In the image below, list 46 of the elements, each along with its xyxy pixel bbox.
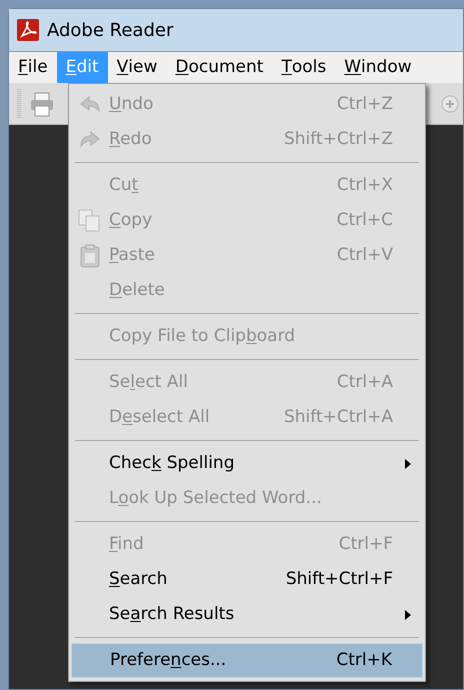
window-title: Adobe Reader bbox=[47, 18, 174, 42]
shortcut-label: Shift+Ctrl+A bbox=[284, 406, 393, 429]
shortcut-label: Ctrl+C bbox=[336, 208, 393, 232]
shortcut-label: Ctrl+F bbox=[338, 532, 393, 556]
menu-item[interactable]: Check Spelling bbox=[71, 446, 423, 481]
menu-item-label: Select All bbox=[109, 370, 189, 394]
menu-item[interactable]: Search Results bbox=[71, 597, 423, 632]
menu-item-label: Look Up Selected Word... bbox=[109, 486, 323, 510]
pdf-logo-icon bbox=[17, 19, 39, 41]
grip-icon bbox=[17, 88, 21, 118]
menu-bar-item[interactable]: View bbox=[108, 52, 166, 83]
menu-item-label: Preferences... bbox=[110, 648, 228, 672]
menu-item-label: Copy bbox=[109, 208, 154, 232]
menu-item-label: Paste bbox=[109, 244, 156, 267]
submenu-arrow-icon bbox=[405, 610, 411, 620]
menu-bar-item[interactable]: Document bbox=[166, 52, 272, 83]
clipboard-icon bbox=[79, 244, 101, 268]
menu-item-label: Redo bbox=[109, 128, 153, 151]
menu-bar-item[interactable]: Window bbox=[335, 52, 421, 83]
menu-item-label: Check Spelling bbox=[109, 452, 236, 475]
submenu-arrow-icon bbox=[405, 458, 411, 468]
shortcut-label: Ctrl+A bbox=[336, 370, 393, 394]
menu-bar-item[interactable]: File bbox=[9, 52, 57, 83]
menu-item-label: Find bbox=[109, 532, 145, 556]
menu-item-label: Search bbox=[109, 568, 168, 591]
shortcut-label: Ctrl+X bbox=[336, 174, 393, 197]
shortcut-label: Shift+Ctrl+Z bbox=[284, 128, 393, 151]
menu-item-label: Delete bbox=[109, 278, 166, 302]
menu-item-label: Cut bbox=[109, 174, 140, 197]
menu-item-label: Copy File to Clipboard bbox=[109, 324, 296, 348]
menu-item[interactable]: Search Shift+Ctrl+F bbox=[71, 562, 423, 597]
zoom-in-icon bbox=[441, 94, 459, 112]
menu-item-label: Undo bbox=[109, 92, 154, 116]
copy-icon bbox=[78, 208, 102, 232]
shortcut-label: Ctrl+V bbox=[336, 244, 393, 267]
printer-icon bbox=[29, 90, 55, 116]
undo-arrow-icon bbox=[79, 94, 101, 114]
menu-item-label: Deselect All bbox=[109, 406, 211, 429]
menu-item-label: Search Results bbox=[109, 602, 236, 626]
redo-arrow-icon bbox=[79, 130, 101, 150]
shortcut-label: Ctrl+K bbox=[336, 648, 392, 672]
menu-bar-item[interactable]: Tools bbox=[272, 52, 336, 83]
shortcut-label: Ctrl+Z bbox=[336, 92, 393, 116]
menu-item[interactable]: Preferences... Ctrl+K bbox=[71, 643, 423, 678]
shortcut-label: Shift+Ctrl+F bbox=[286, 568, 393, 591]
menu-bar-item[interactable]: Edit bbox=[56, 52, 108, 83]
